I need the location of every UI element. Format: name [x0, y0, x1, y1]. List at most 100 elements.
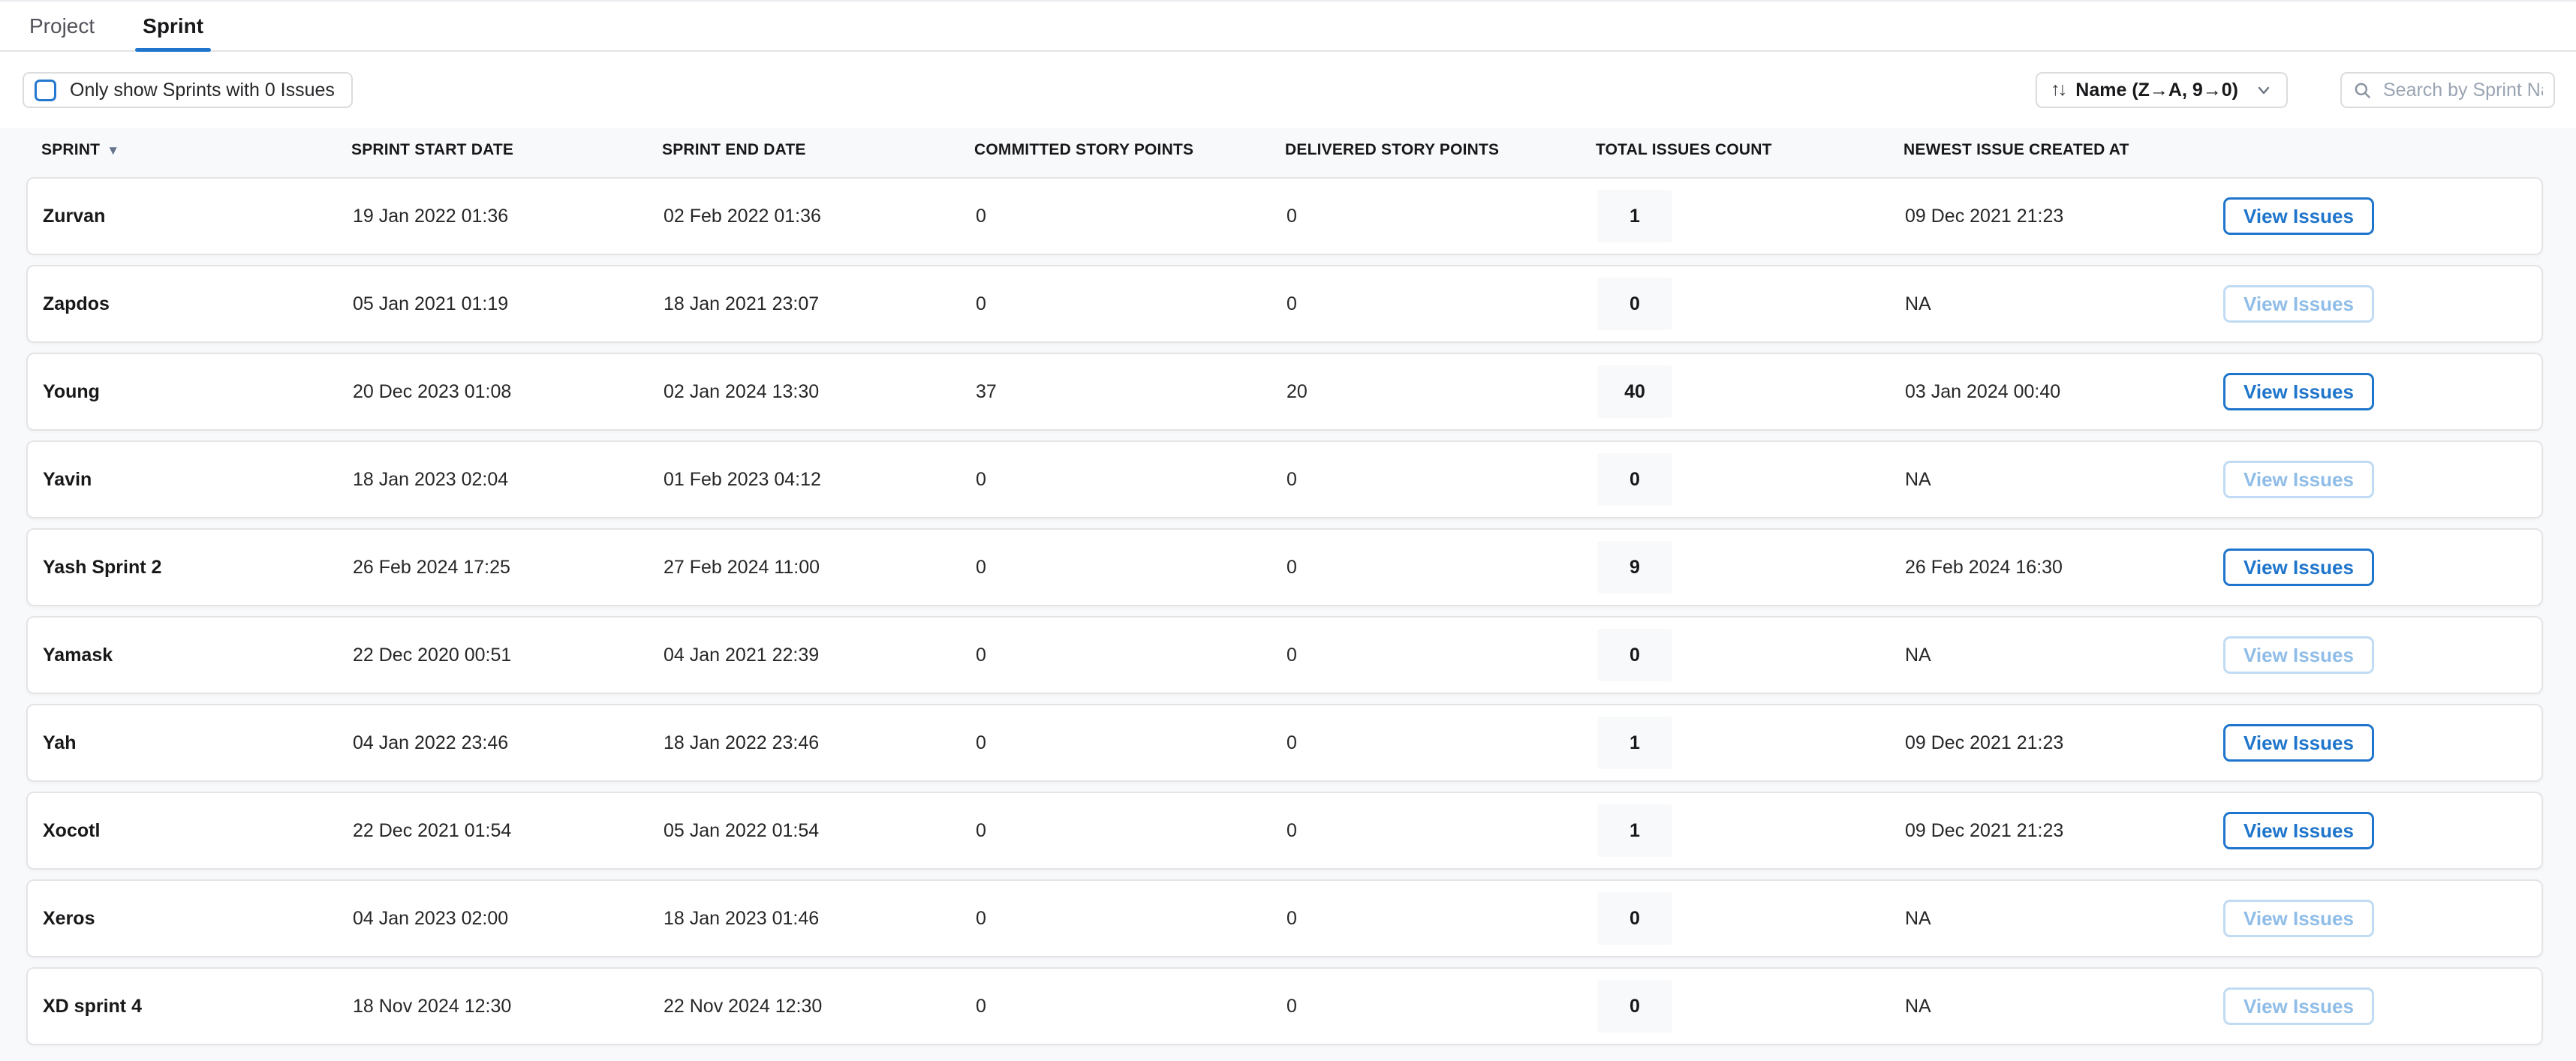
header-sprint-end-date: SPRINT END DATE — [662, 141, 974, 159]
actions-cell: View Issues — [2223, 197, 2526, 235]
sprint-name: Yamask — [43, 645, 353, 666]
toolbar-right-controls: ↑↓ Name (Z→A, 9→0) — [2036, 72, 2555, 108]
sprint-start-date: 05 Jan 2021 01:19 — [353, 293, 664, 315]
sort-direction-icon: ↑↓ — [2051, 79, 2065, 101]
actions-cell: View Issues — [2223, 900, 2526, 937]
sprint-end-date: 18 Jan 2022 23:46 — [664, 732, 976, 754]
newest-issue-created-at: 09 Dec 2021 21:23 — [1905, 820, 2223, 842]
sprint-table: SPRINT▼ SPRINT START DATE SPRINT END DAT… — [0, 128, 2576, 1061]
actions-cell: View Issues — [2223, 461, 2526, 498]
total-issues-count-badge: 1 — [1597, 717, 1672, 769]
sprint-end-date: 05 Jan 2022 01:54 — [664, 820, 976, 842]
delivered-story-points: 0 — [1286, 645, 1597, 666]
sprint-end-date: 18 Jan 2023 01:46 — [664, 908, 976, 930]
sprint-end-date: 27 Feb 2024 11:00 — [664, 557, 976, 579]
total-issues-cell: 9 — [1597, 541, 1905, 594]
total-issues-cell: 0 — [1597, 629, 1905, 681]
tab-project[interactable]: Project — [26, 2, 98, 50]
sort-dropdown[interactable]: ↑↓ Name (Z→A, 9→0) — [2036, 72, 2288, 108]
newest-issue-created-at: 09 Dec 2021 21:23 — [1905, 732, 2223, 754]
table-row: Young 20 Dec 2023 01:08 02 Jan 2024 13:3… — [26, 353, 2543, 431]
view-issues-button[interactable]: View Issues — [2223, 812, 2374, 849]
sort-dropdown-label: Name (Z→A, 9→0) — [2075, 80, 2238, 101]
sprint-start-date: 20 Dec 2023 01:08 — [353, 381, 664, 403]
committed-story-points: 0 — [976, 293, 1286, 315]
total-issues-cell: 0 — [1597, 980, 1905, 1032]
delivered-story-points: 0 — [1286, 996, 1597, 1017]
actions-cell: View Issues — [2223, 373, 2526, 410]
zero-issues-filter-label: Only show Sprints with 0 Issues — [70, 80, 335, 101]
view-issues-button: View Issues — [2223, 285, 2374, 323]
delivered-story-points: 0 — [1286, 206, 1597, 227]
table-row: Xocotl 22 Dec 2021 01:54 05 Jan 2022 01:… — [26, 792, 2543, 870]
table-row: Xeros 04 Jan 2023 02:00 18 Jan 2023 01:4… — [26, 879, 2543, 957]
sprint-name: XD sprint 4 — [43, 996, 353, 1017]
view-issues-button[interactable]: View Issues — [2223, 724, 2374, 762]
sprint-end-date: 01 Feb 2023 04:12 — [664, 469, 976, 491]
delivered-story-points: 0 — [1286, 908, 1597, 930]
total-issues-cell: 1 — [1597, 717, 1905, 769]
committed-story-points: 0 — [976, 820, 1286, 842]
total-issues-cell: 1 — [1597, 190, 1905, 242]
header-sprint-start-date: SPRINT START DATE — [351, 141, 662, 159]
zero-issues-filter[interactable]: Only show Sprints with 0 Issues — [23, 72, 353, 108]
table-row: Zurvan 19 Jan 2022 01:36 02 Feb 2022 01:… — [26, 177, 2543, 255]
delivered-story-points: 0 — [1286, 293, 1597, 315]
header-sprint[interactable]: SPRINT▼ — [41, 141, 351, 159]
total-issues-count-badge: 0 — [1597, 278, 1672, 330]
total-issues-count-badge: 0 — [1597, 453, 1672, 506]
committed-story-points: 0 — [976, 645, 1286, 666]
sprint-start-date: 18 Nov 2024 12:30 — [353, 996, 664, 1017]
table-row: Zapdos 05 Jan 2021 01:19 18 Jan 2021 23:… — [26, 265, 2543, 343]
sprint-name: Xocotl — [43, 820, 353, 842]
sprint-end-date: 02 Feb 2022 01:36 — [664, 206, 976, 227]
newest-issue-created-at: 09 Dec 2021 21:23 — [1905, 206, 2223, 227]
delivered-story-points: 0 — [1286, 557, 1597, 579]
sort-descending-icon: ▼ — [107, 143, 119, 158]
total-issues-cell: 40 — [1597, 365, 1905, 418]
newest-issue-created-at: NA — [1905, 645, 2223, 666]
header-committed-story-points: COMMITTED STORY POINTS — [974, 141, 1285, 159]
total-issues-cell: 0 — [1597, 453, 1905, 506]
table-row: XD sprint 4 18 Nov 2024 12:30 22 Nov 202… — [26, 967, 2543, 1045]
committed-story-points: 0 — [976, 908, 1286, 930]
sprint-name: Yash Sprint 2 — [43, 557, 353, 579]
sprint-start-date: 04 Jan 2023 02:00 — [353, 908, 664, 930]
tab-sprint[interactable]: Sprint — [140, 2, 206, 50]
total-issues-count-badge: 0 — [1597, 980, 1672, 1032]
zero-issues-checkbox[interactable] — [35, 80, 56, 101]
sprint-start-date: 22 Dec 2020 00:51 — [353, 645, 664, 666]
view-issues-button[interactable]: View Issues — [2223, 549, 2374, 586]
total-issues-count-badge: 9 — [1597, 541, 1672, 594]
sprint-end-date: 04 Jan 2021 22:39 — [664, 645, 976, 666]
view-issues-button[interactable]: View Issues — [2223, 197, 2374, 235]
committed-story-points: 37 — [976, 381, 1286, 403]
tab-project-label: Project — [29, 14, 95, 38]
delivered-story-points: 20 — [1286, 381, 1597, 403]
total-issues-count-badge: 0 — [1597, 629, 1672, 681]
tab-bar: Project Sprint — [0, 0, 2576, 52]
view-issues-button[interactable]: View Issues — [2223, 373, 2374, 410]
sprint-name: Zurvan — [43, 206, 353, 227]
total-issues-cell: 1 — [1597, 804, 1905, 857]
sprint-start-date: 04 Jan 2022 23:46 — [353, 732, 664, 754]
total-issues-count-badge: 1 — [1597, 804, 1672, 857]
newest-issue-created-at: 03 Jan 2024 00:40 — [1905, 381, 2223, 403]
sprint-name: Yavin — [43, 469, 353, 491]
actions-cell: View Issues — [2223, 987, 2526, 1025]
actions-cell: View Issues — [2223, 636, 2526, 674]
committed-story-points: 0 — [976, 557, 1286, 579]
table-body: Zurvan 19 Jan 2022 01:36 02 Feb 2022 01:… — [26, 177, 2543, 1045]
newest-issue-created-at: NA — [1905, 469, 2223, 491]
header-newest-issue-created-at: NEWEST ISSUE CREATED AT — [1903, 141, 2222, 159]
sprint-start-date: 26 Feb 2024 17:25 — [353, 557, 664, 579]
view-issues-button: View Issues — [2223, 900, 2374, 937]
sprint-end-date: 02 Jan 2024 13:30 — [664, 381, 976, 403]
search-input[interactable] — [2383, 80, 2543, 101]
total-issues-count-badge: 1 — [1597, 190, 1672, 242]
committed-story-points: 0 — [976, 206, 1286, 227]
total-issues-count-badge: 0 — [1597, 892, 1672, 945]
header-total-issues-count: TOTAL ISSUES COUNT — [1596, 141, 1903, 159]
actions-cell: View Issues — [2223, 812, 2526, 849]
sprint-start-date: 22 Dec 2021 01:54 — [353, 820, 664, 842]
